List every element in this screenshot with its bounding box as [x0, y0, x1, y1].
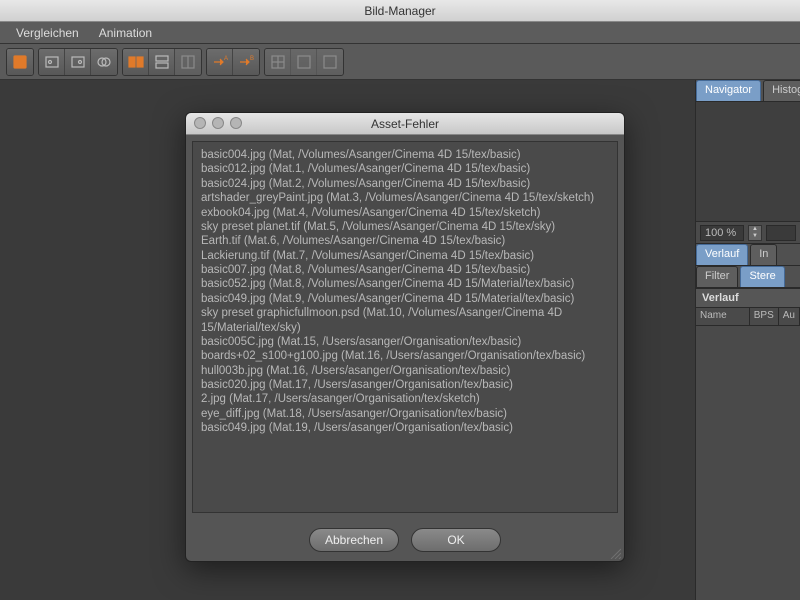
dialog-titlebar[interactable]: Asset-Fehler [186, 113, 624, 135]
error-line: basic049.jpg (Mat.19, /Users/asanger/Org… [201, 421, 609, 435]
tab-filter[interactable]: Filter [696, 266, 738, 287]
asset-error-dialog: Asset-Fehler basic004.jpg (Mat, /Volumes… [185, 112, 625, 562]
grid-b-icon[interactable] [317, 49, 343, 75]
error-line: 2.jpg (Mat.17, /Users/asanger/Organisati… [201, 392, 609, 406]
dialog-buttons: Abbrechen OK [186, 519, 624, 561]
error-line: hull003b.jpg (Mat.16, /Users/asanger/Org… [201, 364, 609, 378]
dialog-title: Asset-Fehler [371, 117, 439, 131]
compare-split-icon[interactable] [175, 49, 201, 75]
panel-tabs-3: Filter Stere [696, 266, 800, 288]
error-line: basic012.jpg (Mat.1, /Volumes/Asanger/Ci… [201, 162, 609, 176]
toolbar: A B [0, 44, 800, 80]
grid-a-icon[interactable] [291, 49, 317, 75]
zoom-value[interactable]: 100 % [700, 225, 744, 241]
error-line: sky preset planet.tif (Mat.5, /Volumes/A… [201, 220, 609, 234]
arrow-a-icon[interactable]: A [207, 49, 233, 75]
close-icon[interactable] [194, 117, 206, 129]
zoom-slider[interactable] [766, 225, 796, 241]
tab-histogram[interactable]: Histog [763, 80, 800, 101]
error-line: sky preset graphicfullmoon.psd (Mat.10, … [201, 306, 609, 335]
circle-compare-icon[interactable] [91, 49, 117, 75]
window-title: Bild-Manager [364, 4, 435, 18]
error-line: basic052.jpg (Mat.8, /Volumes/Asanger/Ci… [201, 277, 609, 291]
traffic-lights[interactable] [194, 117, 242, 129]
window-titlebar: Bild-Manager [0, 0, 800, 22]
page-a-icon[interactable] [39, 49, 65, 75]
error-line: basic004.jpg (Mat, /Volumes/Asanger/Cine… [201, 148, 609, 162]
cancel-button[interactable]: Abbrechen [309, 528, 399, 552]
col-bps[interactable]: BPS [750, 308, 779, 325]
tab-stereo[interactable]: Stere [740, 266, 784, 287]
panel-tabs-1: Navigator Histog [696, 80, 800, 102]
page-b-icon[interactable] [65, 49, 91, 75]
arrow-b-icon[interactable]: B [233, 49, 259, 75]
error-line: basic020.jpg (Mat.17, /Users/asanger/Org… [201, 378, 609, 392]
navigator-body [696, 102, 800, 222]
error-line: Lackierung.tif (Mat.7, /Volumes/Asanger/… [201, 249, 609, 263]
minimize-icon[interactable] [212, 117, 224, 129]
error-line: basic005C.jpg (Mat.15, /Users/asanger/Or… [201, 335, 609, 349]
tab-verlauf[interactable]: Verlauf [696, 244, 748, 265]
grid-scale-icon[interactable] [265, 49, 291, 75]
tab-info[interactable]: In [750, 244, 777, 265]
zoom-icon[interactable] [230, 117, 242, 129]
svg-text:A: A [224, 56, 228, 62]
error-line: Earth.tif (Mat.6, /Volumes/Asanger/Cinem… [201, 234, 609, 248]
menubar: Vergleichen Animation [0, 22, 800, 44]
col-name[interactable]: Name [696, 308, 750, 325]
menu-vergleichen[interactable]: Vergleichen [6, 23, 89, 43]
error-line: boards+02_s100+g100.jpg (Mat.16, /Users/… [201, 349, 609, 363]
ok-button[interactable]: OK [411, 528, 501, 552]
error-line: basic024.jpg (Mat.2, /Volumes/Asanger/Ci… [201, 177, 609, 191]
zoom-row: 100 % ▲▼ [696, 222, 800, 244]
svg-text:B: B [250, 56, 254, 62]
history-columns: Name BPS Au [696, 308, 800, 326]
col-au[interactable]: Au [779, 308, 800, 325]
tab-navigator[interactable]: Navigator [696, 80, 761, 101]
error-line: eye_diff.jpg (Mat.18, /Users/asanger/Org… [201, 407, 609, 421]
zoom-stepper[interactable]: ▲▼ [748, 225, 762, 241]
compare-ab-icon[interactable] [123, 49, 149, 75]
dialog-body[interactable]: basic004.jpg (Mat, /Volumes/Asanger/Cine… [192, 141, 618, 513]
panel-tabs-2: Verlauf In [696, 244, 800, 266]
error-line: basic007.jpg (Mat.8, /Volumes/Asanger/Ci… [201, 263, 609, 277]
notebook-icon[interactable] [7, 49, 33, 75]
error-line: basic049.jpg (Mat.9, /Volumes/Asanger/Ci… [201, 292, 609, 306]
menu-animation[interactable]: Animation [89, 23, 162, 43]
right-panel: Navigator Histog 100 % ▲▼ Verlauf In Fil… [695, 80, 800, 600]
error-line: artshader_greyPaint.jpg (Mat.3, /Volumes… [201, 191, 609, 205]
section-verlauf: Verlauf [696, 288, 800, 308]
compare-stacked-icon[interactable] [149, 49, 175, 75]
error-line: exbook04.jpg (Mat.4, /Volumes/Asanger/Ci… [201, 206, 609, 220]
resize-handle-icon[interactable] [609, 546, 621, 558]
